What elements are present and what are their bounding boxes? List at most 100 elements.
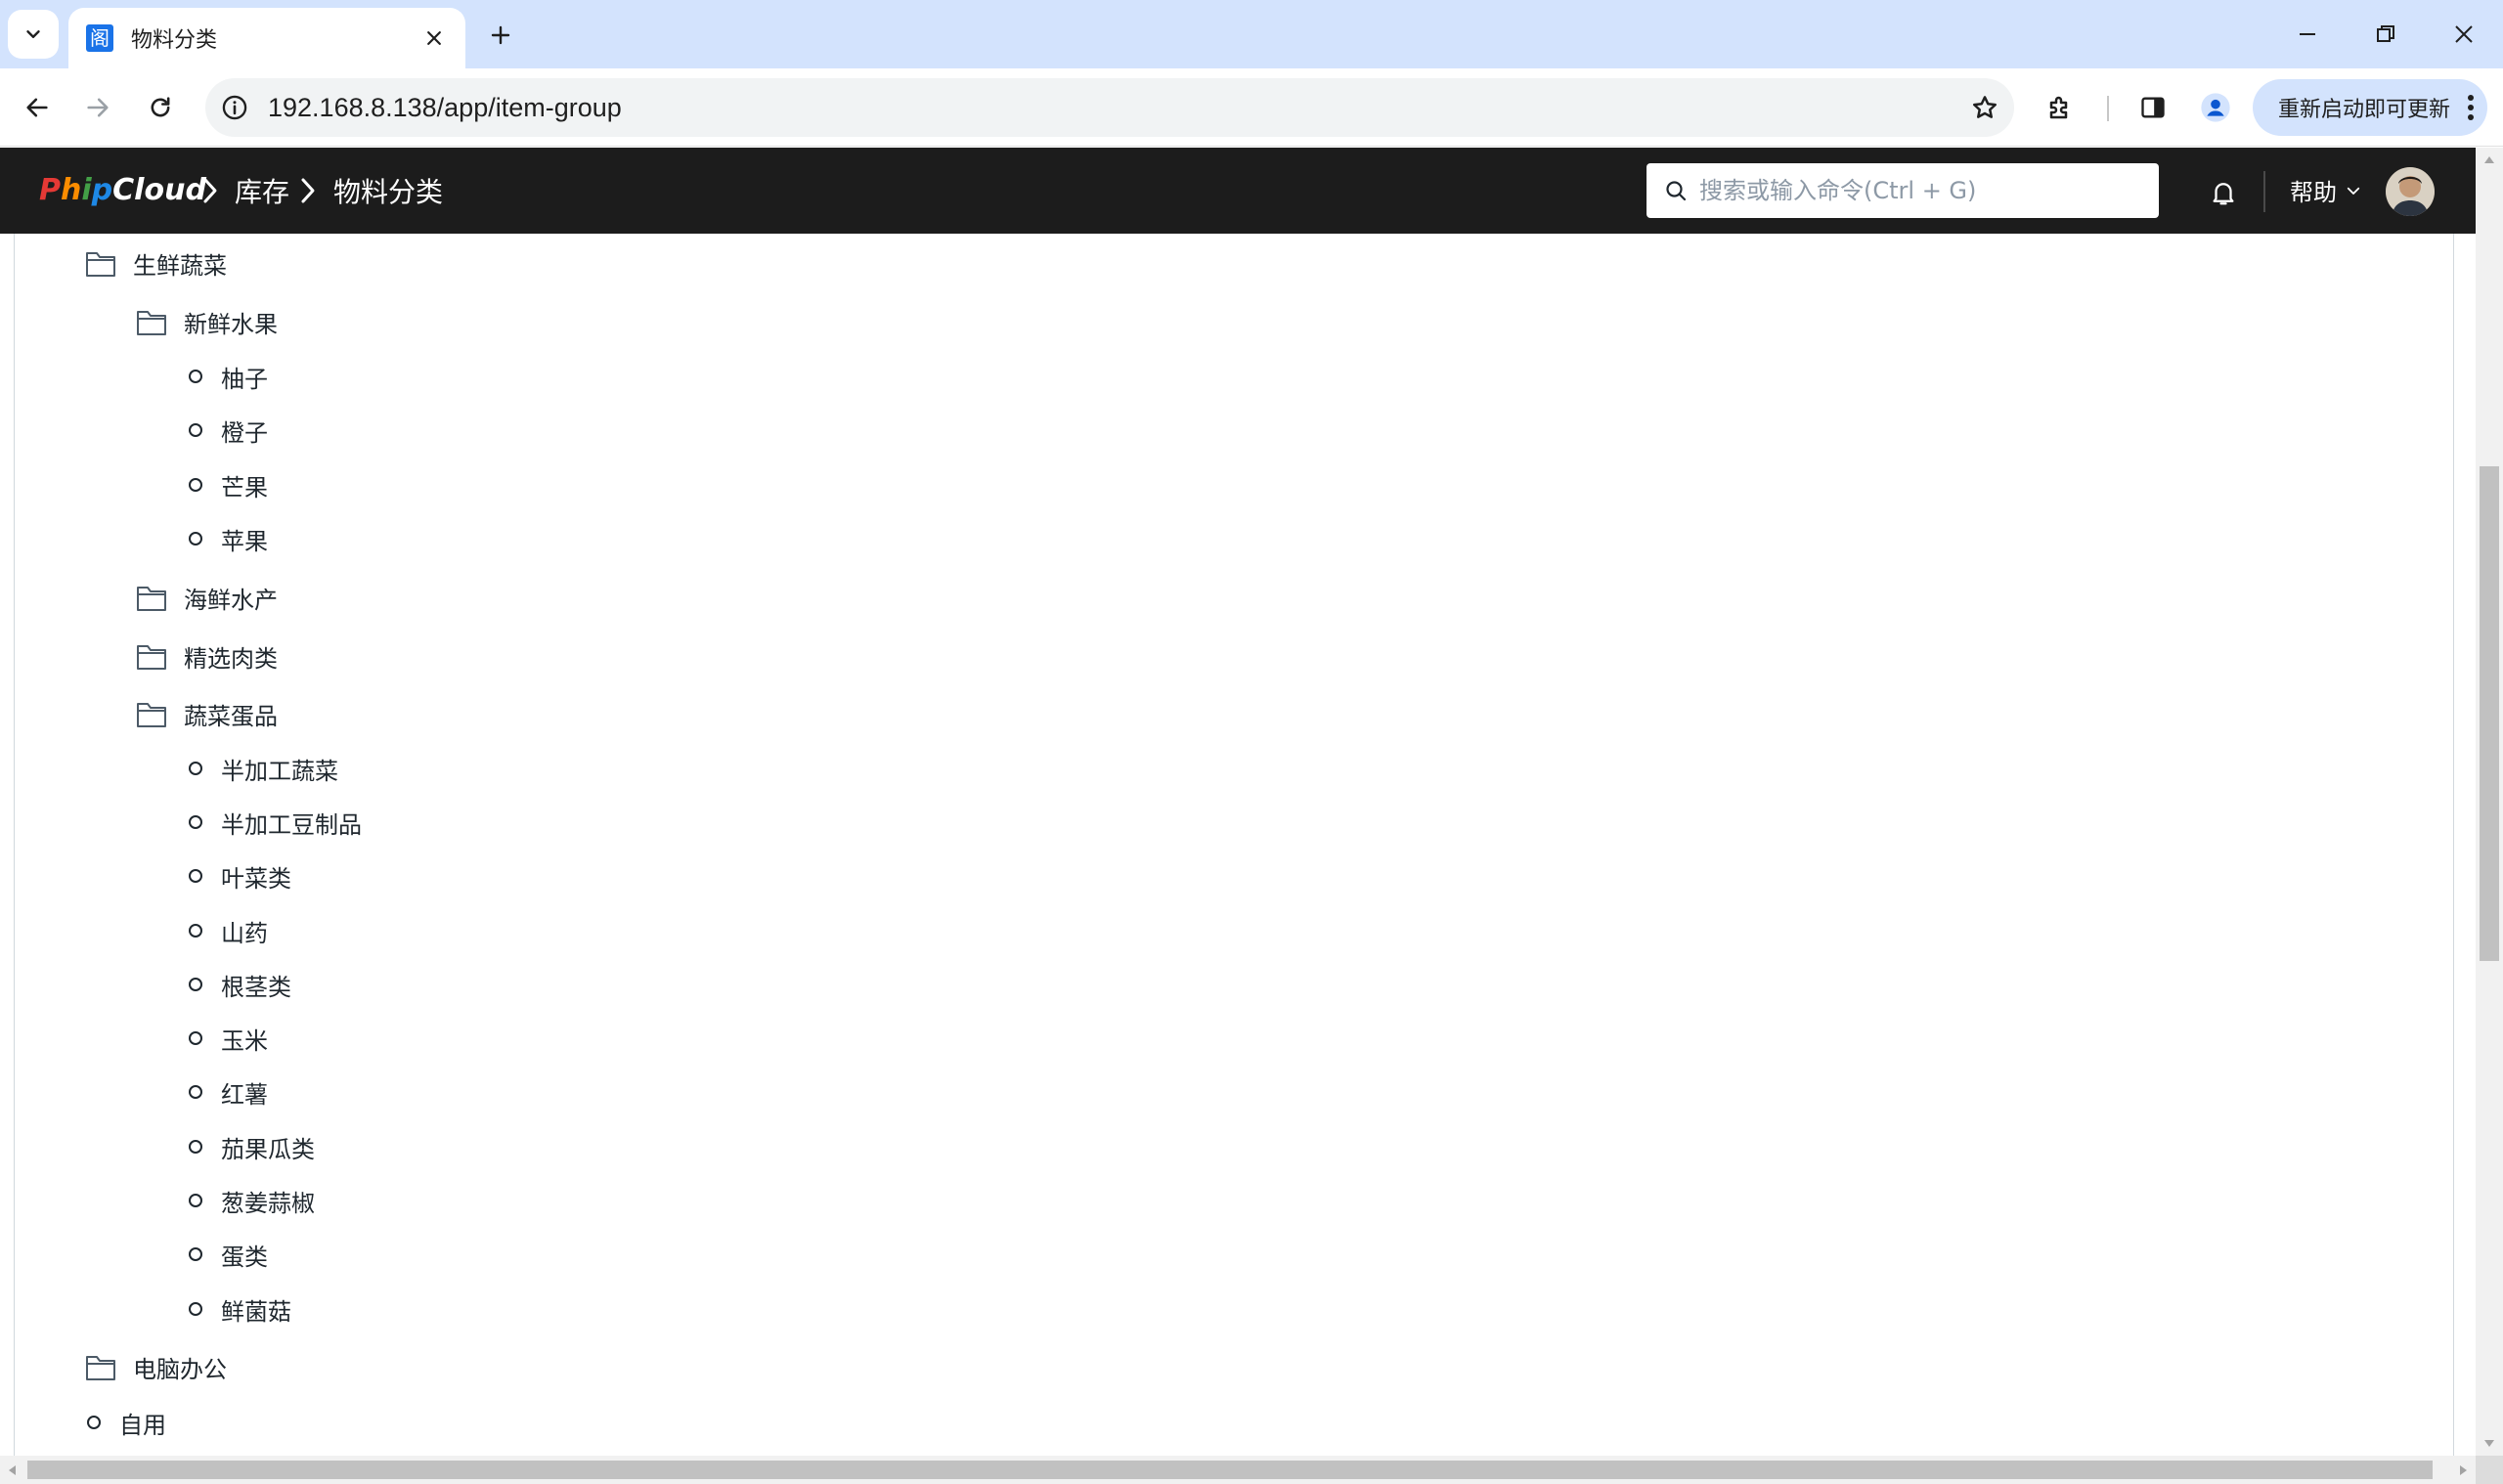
- tree-group-node[interactable]: 电脑办公: [84, 1347, 227, 1386]
- tree-node-label[interactable]: 柚子: [221, 360, 268, 394]
- tree-leaf-node[interactable]: 葱姜蒜椒: [186, 1181, 315, 1220]
- reload-button[interactable]: [137, 84, 184, 131]
- tree-leaf-node[interactable]: 自用: [84, 1403, 166, 1442]
- search-input[interactable]: [1699, 177, 2159, 204]
- window-minimize-button[interactable]: [2278, 10, 2337, 59]
- tree-node-label[interactable]: 橙子: [221, 414, 268, 448]
- scroll-down-icon[interactable]: [2476, 1432, 2503, 1456]
- address-bar[interactable]: 192.168.8.138/app/item-group: [205, 78, 2014, 137]
- tree-leaf-node[interactable]: 蛋类: [186, 1235, 268, 1274]
- extensions-button[interactable]: [2038, 84, 2085, 131]
- search-icon: [1666, 181, 1687, 201]
- tree-group-node[interactable]: 新鲜水果: [135, 302, 278, 341]
- tree-node-label[interactable]: 红薯: [221, 1075, 268, 1110]
- bookmark-button[interactable]: [1955, 78, 2014, 137]
- help-label: 帮助: [2290, 179, 2337, 206]
- leaf-dot-icon: [186, 420, 205, 440]
- tree-node-label[interactable]: 茄果瓜类: [221, 1130, 315, 1164]
- leaf-dot-icon: [186, 367, 205, 386]
- tree-node-label[interactable]: 山药: [221, 914, 268, 948]
- tree-group-node[interactable]: 精选肉类: [135, 636, 278, 676]
- vertical-scrollbar-thumb[interactable]: [2480, 466, 2499, 961]
- scroll-right-icon[interactable]: [2452, 1456, 2476, 1484]
- tree-node-label[interactable]: 葱姜蒜椒: [221, 1184, 315, 1218]
- info-icon: [222, 95, 247, 120]
- horizontal-scrollbar-thumb[interactable]: [27, 1461, 2433, 1479]
- vertical-scrollbar[interactable]: [2476, 148, 2503, 1456]
- tree-leaf-node[interactable]: 橙子: [186, 411, 268, 450]
- app-logo[interactable]: PhipCloud: [39, 173, 206, 207]
- new-tab-button[interactable]: [479, 14, 522, 57]
- tree-leaf-node[interactable]: 叶菜类: [186, 856, 291, 895]
- tree-group-node[interactable]: 海鲜水产: [135, 578, 278, 617]
- tree-node-label[interactable]: 电脑办公: [133, 1350, 227, 1384]
- site-info-button[interactable]: [205, 78, 264, 137]
- help-dropdown[interactable]: 帮助: [2290, 173, 2362, 207]
- tree-leaf-node[interactable]: 半加工豆制品: [186, 803, 362, 842]
- tree-node-label[interactable]: 蛋类: [221, 1238, 268, 1272]
- tree-leaf-node[interactable]: 根茎类: [186, 965, 291, 1004]
- tree-node-label[interactable]: 半加工豆制品: [221, 806, 362, 840]
- tree-node-label[interactable]: 玉米: [221, 1022, 268, 1056]
- folder-icon: [135, 581, 168, 614]
- tree-leaf-node[interactable]: 茄果瓜类: [186, 1127, 315, 1166]
- tree-node-label[interactable]: 海鲜水产: [184, 581, 278, 615]
- tab-search-button[interactable]: [8, 10, 59, 59]
- tree-leaf-node[interactable]: 半加工蔬菜: [186, 749, 338, 788]
- scrollbar-corner: [2476, 1456, 2503, 1484]
- tree-leaf-node[interactable]: 山药: [186, 911, 268, 950]
- tree-node-label[interactable]: 蔬菜蛋品: [184, 697, 278, 731]
- breadcrumb-stock[interactable]: 库存: [235, 171, 289, 210]
- tree-node-label[interactable]: 半加工蔬菜: [221, 752, 338, 786]
- chevron-right-icon: [196, 175, 225, 206]
- profile-button[interactable]: [2192, 84, 2239, 131]
- leaf-dot-icon: [186, 529, 205, 548]
- tree-node-label[interactable]: 自用: [119, 1406, 166, 1440]
- logo-letter: C: [112, 173, 135, 207]
- tree-group-node[interactable]: 生鲜蔬菜: [84, 243, 227, 283]
- tree-node-label[interactable]: 鲜菌菇: [221, 1292, 291, 1327]
- side-panel-button[interactable]: [2130, 84, 2176, 131]
- tree-node-label[interactable]: 叶菜类: [221, 859, 291, 894]
- tree-leaf-node[interactable]: 芒果: [186, 465, 268, 504]
- breadcrumb-item-group[interactable]: 物料分类: [333, 171, 443, 210]
- tree-node-label[interactable]: 新鲜水果: [184, 305, 278, 339]
- tree-leaf-node[interactable]: 玉米: [186, 1019, 268, 1058]
- update-label: 重新启动即可更新: [2278, 98, 2451, 122]
- tree-leaf-node[interactable]: 柚子: [186, 357, 268, 396]
- back-button[interactable]: [14, 84, 61, 131]
- tree-group-node[interactable]: 蔬菜蛋品: [135, 694, 278, 733]
- tree-node-label[interactable]: 根茎类: [221, 968, 291, 1002]
- leaf-dot-icon: [186, 921, 205, 940]
- window-close-button[interactable]: [2435, 10, 2493, 59]
- tree-leaf-node[interactable]: 红薯: [186, 1072, 268, 1112]
- user-avatar[interactable]: [2386, 167, 2435, 216]
- scroll-left-icon[interactable]: [0, 1456, 23, 1484]
- update-chrome-button[interactable]: 重新启动即可更新: [2253, 79, 2487, 136]
- horizontal-scrollbar[interactable]: [0, 1456, 2476, 1484]
- tree-leaf-node[interactable]: 苹果: [186, 519, 268, 558]
- tree-leaf-node[interactable]: 鲜菌菇: [186, 1289, 291, 1329]
- notifications-button[interactable]: [2204, 173, 2243, 212]
- awesome-search-bar[interactable]: [1647, 163, 2159, 218]
- favicon-icon: 阁: [86, 24, 113, 52]
- leaf-dot-icon: [186, 475, 205, 495]
- arrow-left-icon: [26, 98, 48, 117]
- leaf-dot-icon: [186, 1028, 205, 1048]
- logo-letter: l: [134, 173, 145, 207]
- forward-button[interactable]: [74, 84, 121, 131]
- scroll-up-icon[interactable]: [2476, 148, 2503, 171]
- browser-tab-active[interactable]: 阁 物料分类: [68, 8, 465, 68]
- logo-letter: o: [144, 173, 165, 207]
- url-text[interactable]: 192.168.8.138/app/item-group: [264, 93, 1955, 123]
- chevron-right-icon: [293, 175, 323, 206]
- tree-node-label[interactable]: 精选肉类: [184, 639, 278, 674]
- window-restore-button[interactable]: [2356, 10, 2415, 59]
- plus-icon: [491, 25, 510, 45]
- tree-node-label[interactable]: 芒果: [221, 468, 268, 502]
- tab-close-button[interactable]: [417, 21, 452, 56]
- tree-frame: [14, 234, 2454, 1456]
- leaf-dot-icon: [84, 1413, 104, 1432]
- tree-node-label[interactable]: 生鲜蔬菜: [133, 246, 227, 281]
- tree-node-label[interactable]: 苹果: [221, 522, 268, 556]
